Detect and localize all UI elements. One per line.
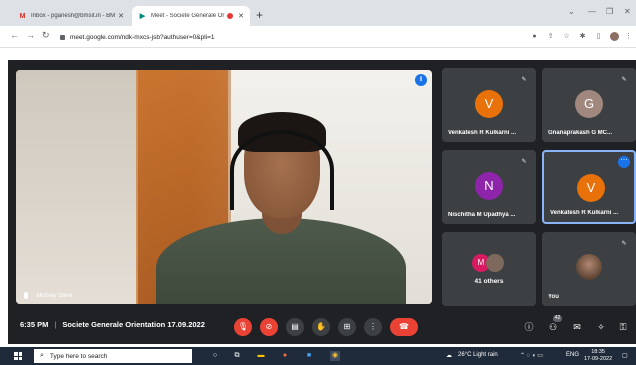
mic-off-icon: ✎	[521, 77, 527, 83]
headset-icon	[230, 130, 334, 210]
participant-tile[interactable]: ✎ N Nischitha M Upadhya ...	[442, 150, 536, 224]
people-icon[interactable]: ⚇	[546, 320, 560, 334]
extensions-icon[interactable]: ✱	[578, 32, 587, 41]
avatar: V	[577, 174, 605, 202]
leave-call-button[interactable]: ☎	[390, 318, 418, 336]
browser-tab-strip: M Inbox - pganesh@bmsit.in - BM ✕ ▶ Meet…	[0, 0, 636, 26]
back-icon[interactable]: ←	[10, 30, 19, 40]
participant-name: Gnanaprakash G MC...	[548, 130, 613, 136]
presenter-video[interactable]	[16, 70, 432, 304]
avatar: V	[475, 90, 503, 118]
bookmark-star-icon[interactable]: ☆	[562, 32, 571, 41]
address-bar[interactable]: meet.google.com/ndk-mxcs-jsb?authuser=0&…	[60, 29, 515, 45]
camera-off-button[interactable]: ⊘	[260, 318, 278, 336]
screen: M Inbox - pganesh@bmsit.in - BM ✕ ▶ Meet…	[0, 0, 636, 365]
weather-icon[interactable]: ☁	[446, 352, 452, 359]
presenter-label: akshay dave	[24, 292, 73, 299]
more-options-icon[interactable]: ⋯	[618, 156, 630, 168]
close-window-icon[interactable]: ✕	[624, 7, 631, 16]
tab-inbox[interactable]: M Inbox - pganesh@bmsit.in - BM ✕	[12, 6, 130, 26]
firefox-icon[interactable]: ●	[280, 351, 290, 361]
clock-time: 18:35	[591, 349, 605, 355]
present-button[interactable]: ⊞	[338, 318, 356, 336]
participant-name: Venkatesh R Kulkarni ...	[448, 130, 517, 136]
windows-taskbar: ⌕ Type here to search ○ ⧉ ▬ ● ■ ◉ ☁ 26°C…	[0, 347, 636, 365]
participant-tile-selected[interactable]: ⋯ V Venkatesh R Kulkarni ...	[542, 150, 636, 224]
others-count: 41 others	[474, 278, 504, 285]
taskbar-clock[interactable]: 18:35 17-09-2022	[584, 349, 612, 363]
task-view-icon[interactable]: ⧉	[232, 351, 242, 361]
cortana-icon[interactable]: ○	[210, 351, 220, 361]
raise-hand-button[interactable]: ✋	[312, 318, 330, 336]
weather-text[interactable]: 26°C Light rain	[458, 352, 498, 358]
maximize-icon[interactable]: ❐	[606, 7, 613, 16]
chrome-icon[interactable]: ◉	[330, 351, 340, 361]
mic-off-button[interactable]: 🎙	[234, 318, 252, 336]
sidepanel-icon[interactable]: ▯	[594, 32, 603, 41]
host-controls-icon[interactable]: ⚿	[616, 320, 630, 334]
minimize-window-icon[interactable]: —	[588, 7, 596, 16]
mic-icon	[24, 292, 28, 299]
presenter-name: akshay dave	[36, 292, 73, 299]
chat-icon[interactable]: ✉	[570, 320, 584, 334]
profile-avatar-icon[interactable]	[610, 32, 619, 41]
mic-off-icon: ✎	[621, 241, 627, 247]
participant-tile[interactable]: ✎ G Gnanaprakash G MC...	[542, 68, 636, 142]
speaking-indicator-icon: ⦀	[415, 74, 427, 86]
meet-icon: ▶	[139, 13, 146, 20]
others-tile[interactable]: M 41 others	[442, 232, 536, 306]
reload-icon[interactable]: ↻	[42, 30, 50, 41]
mic-off-icon: ✎	[521, 159, 527, 165]
camera-permission-icon[interactable]: ●	[530, 32, 539, 41]
info-icon[interactable]: ⓘ	[522, 320, 536, 334]
captions-button[interactable]: ▤	[286, 318, 304, 336]
tray-icons[interactable]: ⌃ ◌ ◖ ▭	[520, 352, 543, 359]
avatar-photo	[486, 254, 504, 272]
search-icon: ⌕	[40, 352, 44, 359]
minimize-icon[interactable]: ⌄	[568, 7, 575, 16]
activities-icon[interactable]: ✧	[594, 320, 608, 334]
taskbar-search-input[interactable]: ⌕ Type here to search	[34, 349, 192, 363]
search-placeholder: Type here to search	[49, 352, 108, 360]
people-count-badge: 42	[553, 315, 562, 322]
tab-meet[interactable]: ▶ Meet - Societe Generale Or ✕	[132, 6, 250, 26]
participant-name: Venkatesh R Kulkarni ...	[550, 210, 619, 216]
notifications-icon[interactable]: ▢	[622, 352, 628, 359]
meeting-info: 6:35 PM | Societe Generale Orientation 17.…	[20, 320, 205, 329]
more-options-button[interactable]: ⋮	[364, 318, 382, 336]
video-background	[16, 70, 136, 304]
tab-title: Inbox - pganesh@bmsit.in - BM	[31, 13, 116, 19]
close-icon[interactable]: ✕	[118, 12, 124, 20]
avatar: N	[475, 172, 503, 200]
lock-icon	[60, 34, 65, 40]
self-tile[interactable]: ✎ You	[542, 232, 636, 306]
mic-off-icon: ✎	[621, 77, 627, 83]
participant-tile[interactable]: ✎ V Venkatesh R Kulkarni ...	[442, 68, 536, 142]
tab-title: Meet - Societe Generale Or	[151, 13, 225, 19]
clock-date: 17-09-2022	[584, 356, 613, 362]
language-indicator[interactable]: ENG	[566, 352, 579, 358]
separator: |	[54, 320, 57, 329]
file-explorer-icon[interactable]: ▬	[256, 351, 266, 361]
url-text: meet.google.com/ndk-mxcs-jsb?authuser=0&…	[70, 33, 215, 41]
participant-name: You	[548, 294, 559, 300]
outlook-icon[interactable]: ■	[304, 351, 314, 361]
meeting-time: 6:35 PM	[20, 320, 49, 329]
menu-kebab-icon[interactable]: ⋮	[624, 32, 633, 41]
avatar: G	[575, 90, 603, 118]
windows-start-icon[interactable]	[14, 352, 22, 360]
forward-icon[interactable]: →	[26, 30, 35, 40]
recording-icon	[227, 13, 234, 19]
share-icon[interactable]: ⇪	[546, 32, 555, 41]
spacer	[0, 48, 636, 60]
participant-name: Nischitha M Upadhya ...	[448, 212, 516, 218]
gmail-icon: M	[19, 12, 26, 20]
close-icon[interactable]: ✕	[238, 12, 244, 20]
avatar-photo	[576, 254, 602, 280]
new-tab-button[interactable]: +	[256, 8, 263, 22]
browser-toolbar: ← → ↻ meet.google.com/ndk-mxcs-jsb?authu…	[0, 26, 636, 48]
meeting-title: Societe Generale Orientation 17.09.2022	[62, 320, 205, 329]
